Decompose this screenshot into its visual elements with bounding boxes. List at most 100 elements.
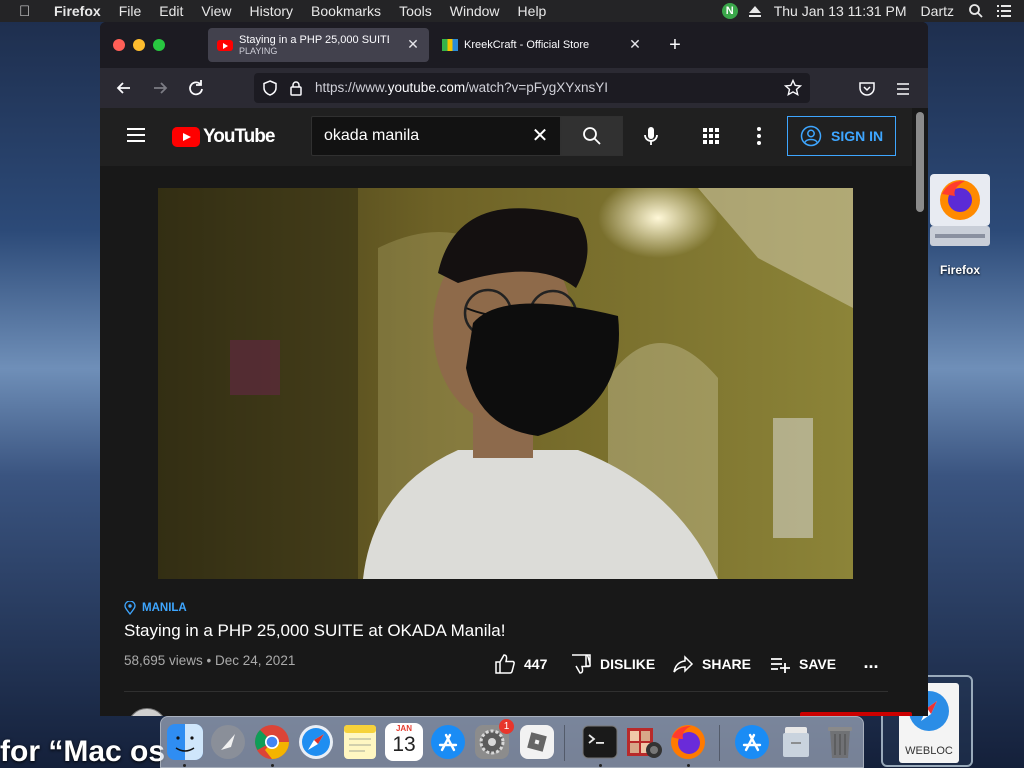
- status-n-icon[interactable]: N: [721, 3, 738, 19]
- youtube-play-icon: [172, 127, 200, 147]
- zoom-window-button[interactable]: [153, 39, 165, 51]
- url-text[interactable]: https://www.youtube.com/watch?v=pFygXYxn…: [315, 80, 608, 95]
- apps-grid-icon[interactable]: [698, 123, 724, 149]
- macos-menubar:  Firefox File Edit View History Bookmar…: [0, 0, 1024, 22]
- youtube-logo[interactable]: YouTube: [172, 126, 275, 148]
- tracking-shield-icon[interactable]: [262, 80, 278, 96]
- menu-file[interactable]: File: [119, 3, 142, 19]
- apple-menu-icon[interactable]: : [19, 3, 39, 20]
- video-view-count-date: 58,695 views • Dec 24, 2021: [124, 653, 296, 668]
- menu-edit[interactable]: Edit: [159, 3, 183, 19]
- divider: [124, 691, 888, 692]
- forward-arrow-icon[interactable]: [149, 77, 171, 99]
- menu-window[interactable]: Window: [450, 3, 500, 19]
- navigation-toolbar: https://www.youtube.com/watch?v=pFygXYxn…: [100, 68, 928, 108]
- padlock-icon[interactable]: [288, 80, 304, 96]
- notification-badge: 1: [499, 719, 514, 734]
- running-indicator: [271, 764, 274, 767]
- guide-menu-icon[interactable]: [127, 128, 145, 142]
- running-indicator: [687, 764, 690, 767]
- menu-tools[interactable]: Tools: [399, 3, 432, 19]
- menu-bookmarks[interactable]: Bookmarks: [311, 3, 381, 19]
- dock-separator: [719, 725, 720, 761]
- dislike-label: DISLIKE: [600, 656, 656, 672]
- back-arrow-icon[interactable]: [113, 77, 135, 99]
- thumbs-down-icon: [572, 654, 591, 674]
- notification-center-icon[interactable]: [996, 3, 1012, 19]
- like-count: 447: [524, 656, 548, 672]
- video-title: Staying in a PHP 25,000 SUITE at OKADA M…: [124, 621, 506, 640]
- video-metadata: MANILA Staying in a PHP 25,000 SUITE at …: [124, 598, 912, 716]
- youtube-masthead: YouTube ✕ SIGN IN: [100, 108, 912, 166]
- clear-search-icon[interactable]: ✕: [530, 126, 550, 146]
- tab-kreekcraft-store[interactable]: KreekCraft - Official Store ✕: [433, 28, 651, 62]
- desktop-firefox-icon[interactable]: Firefox: [927, 172, 993, 282]
- close-window-button[interactable]: [113, 39, 125, 51]
- search-icon: [583, 127, 601, 145]
- calendar-month: JAN: [395, 724, 412, 733]
- launchpad-icon[interactable]: [209, 723, 247, 761]
- tab-playing-label: PLAYING: [239, 46, 278, 56]
- menubar-clock[interactable]: Thu Jan 13 11:31 PM: [774, 3, 907, 19]
- dislike-button[interactable]: DISLIKE: [570, 653, 655, 675]
- settings-more-icon[interactable]: [746, 123, 772, 149]
- app-store-folder-icon[interactable]: [733, 723, 771, 761]
- more-actions-icon[interactable]: ...: [859, 653, 883, 672]
- share-arrow-icon: [673, 655, 694, 673]
- sign-in-button[interactable]: SIGN IN: [787, 116, 896, 156]
- app-store-icon[interactable]: [429, 723, 467, 761]
- bookmark-star-icon[interactable]: [784, 79, 802, 97]
- tab-youtube-video[interactable]: Staying in a PHP 25,000 SUITE at OKADA M…: [208, 28, 429, 62]
- close-tab-icon[interactable]: ✕: [406, 37, 420, 51]
- menu-view[interactable]: View: [201, 3, 231, 19]
- menu-help[interactable]: Help: [518, 3, 547, 19]
- close-tab-icon[interactable]: ✕: [628, 37, 642, 51]
- app-menu-icon[interactable]: [894, 80, 912, 98]
- location-link[interactable]: MANILA: [124, 601, 187, 615]
- roblox-icon[interactable]: [518, 723, 556, 761]
- tab-title: Staying in a PHP 25,000 SUITE at OKADA M…: [239, 34, 389, 46]
- channel-avatar[interactable]: [127, 708, 167, 716]
- notes-icon[interactable]: [341, 723, 379, 761]
- macos-dock: JAN 13 1: [160, 716, 864, 768]
- video-player[interactable]: [158, 188, 853, 579]
- like-button[interactable]: 447: [494, 653, 547, 675]
- trash-icon[interactable]: [821, 723, 859, 761]
- voice-search-icon[interactable]: [635, 120, 667, 152]
- eject-icon[interactable]: [748, 4, 762, 18]
- new-tab-button[interactable]: +: [666, 35, 684, 55]
- menubar-user[interactable]: Dartz: [921, 3, 954, 19]
- pocket-icon[interactable]: [858, 80, 876, 98]
- video-frame: [158, 188, 853, 579]
- share-button[interactable]: SHARE: [672, 653, 751, 675]
- terminal-icon[interactable]: [581, 723, 619, 761]
- spotlight-search-icon[interactable]: [968, 3, 984, 19]
- playlist-add-icon: [771, 658, 790, 673]
- save-button[interactable]: SAVE: [769, 653, 836, 675]
- firefox-disk-icon: [930, 174, 990, 246]
- location-pin-icon: [124, 601, 136, 615]
- location-label: MANILA: [142, 602, 187, 614]
- share-label: SHARE: [702, 656, 752, 672]
- search-input[interactable]: [324, 126, 524, 146]
- calendar-day: 13: [392, 733, 416, 756]
- chrome-icon[interactable]: [253, 723, 291, 761]
- running-indicator: [599, 764, 602, 767]
- address-bar[interactable]: https://www.youtube.com/watch?v=pFygXYxn…: [254, 73, 810, 103]
- running-indicator: [183, 764, 186, 767]
- finder-icon[interactable]: [166, 723, 204, 761]
- reload-icon[interactable]: [185, 77, 207, 99]
- photo-booth-icon[interactable]: [625, 723, 663, 761]
- downloads-stack-icon[interactable]: [777, 723, 815, 761]
- minimize-window-button[interactable]: [133, 39, 145, 51]
- desktop-firefox-label: Firefox: [939, 263, 980, 277]
- safari-icon[interactable]: [297, 723, 335, 761]
- firefox-icon[interactable]: [669, 723, 707, 761]
- kreekcraft-favicon-icon: [442, 39, 458, 51]
- scrollbar-thumb[interactable]: [916, 112, 924, 212]
- menu-app-name[interactable]: Firefox: [54, 3, 101, 19]
- calendar-icon[interactable]: JAN 13: [385, 723, 423, 761]
- search-button[interactable]: [561, 116, 623, 156]
- menu-history[interactable]: History: [249, 3, 293, 19]
- dock-separator: [564, 725, 565, 761]
